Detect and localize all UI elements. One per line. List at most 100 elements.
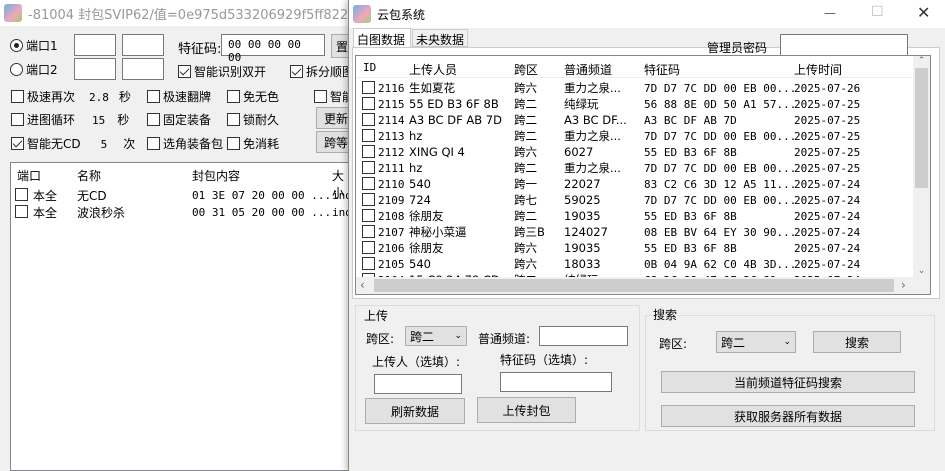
feature-input[interactable]: 00 00 00 00 00	[221, 34, 325, 64]
opt-no-color[interactable]: 免无色	[227, 88, 279, 105]
table-row[interactable]: 2113 hz 跨二 重力之泉... 7D D7 7C DD 00 EB 00... 20…	[356, 128, 916, 144]
cloud-titlebar: 云包系统 — ☐ ✕	[349, 0, 945, 28]
cell: A3 BC DF AB 7D	[644, 113, 737, 127]
cell: 2113	[378, 129, 405, 143]
cell: 2108	[378, 209, 405, 223]
row-checkbox[interactable]	[362, 129, 378, 143]
col-channel[interactable]: 普通频道	[564, 61, 612, 78]
opt-no-consume[interactable]: 免消耗	[227, 135, 279, 152]
cell: 2025-07-25	[794, 113, 861, 127]
cell: 2025-07-26	[794, 81, 861, 95]
table-row[interactable]: 2110 540 跨一 22027 83 C2 C6 3D 12 A5 11... 202…	[356, 176, 916, 192]
row-checkbox[interactable]	[362, 113, 378, 127]
opt-select-equip[interactable]: 选角装备包	[147, 135, 223, 152]
uploader-input[interactable]	[374, 374, 462, 394]
cell: 2025-07-24	[794, 177, 861, 191]
table-row[interactable]: 2111 hz 跨二 重力之泉... 7D D7 7C DD 00 EB 00... 20…	[356, 160, 916, 176]
row-checkbox[interactable]	[362, 81, 378, 95]
col-id[interactable]: ID	[363, 61, 376, 74]
search-title: 搜索	[651, 306, 680, 323]
table-row[interactable]: 2106 徐朋友 跨六 19035 55 ED B3 6F 8B 2025-07-24	[356, 240, 916, 256]
col-time[interactable]: 上传时间	[794, 61, 842, 78]
table-row[interactable]: 2107 神秘小菜逼 跨三B 124027 08 EB BV 64 EY 30 90..…	[356, 224, 916, 240]
cell: 2106	[378, 241, 405, 255]
table-row[interactable]: 2112 XING QI 4 跨六 6027 55 ED B3 6F 8B 2025-07…	[356, 144, 916, 160]
row-checkbox[interactable]	[362, 241, 378, 255]
row-checkbox[interactable]	[362, 97, 378, 111]
cell: 重力之泉...	[564, 129, 621, 143]
split-checkbox[interactable]: 拆分顺图	[290, 63, 354, 80]
row-checkbox[interactable]	[362, 209, 378, 223]
row-checkbox[interactable]	[362, 161, 378, 175]
search-button[interactable]: 搜索	[813, 331, 901, 353]
opt-no-cd[interactable]: 智能无CD 5 次	[11, 135, 135, 152]
cell: 83 C2 C6 3D 12 A5 11...	[644, 177, 797, 191]
minimize-button[interactable]: —	[824, 6, 836, 20]
window-title: -81004 封包SVIP62/值=0e975d533206929f5ff822…	[28, 7, 350, 23]
tab-weiyang[interactable]: 未央数据	[412, 29, 468, 47]
upload-zone-label: 跨区:	[366, 332, 395, 346]
col-content[interactable]: 封包内容	[192, 167, 240, 184]
row-checkbox[interactable]	[362, 193, 378, 207]
port1-field-a[interactable]	[74, 34, 116, 56]
opt-fast-flip[interactable]: 极速翻牌	[147, 88, 211, 105]
table-row[interactable]: 2115 55 ED B3 6F 8B 跨二 纯绿玩 56 88 8E 0D 50 A1…	[356, 96, 916, 112]
port2-field-a[interactable]	[74, 58, 116, 80]
cell: 2110	[378, 177, 405, 191]
upload-zone-select[interactable]: 跨二 ⌄	[405, 326, 467, 346]
table-row[interactable]: 2109 724 跨七 59025 7D D7 7C DD 00 EB 00... 202…	[356, 192, 916, 208]
cell: 2025-07-24	[794, 193, 861, 207]
fetch-all-button[interactable]: 获取服务器所有数据	[661, 405, 915, 427]
opt-loop[interactable]: 进图循环 15 秒	[11, 111, 129, 128]
packet-row[interactable]: 本全 无CD 01 3E 07 20 00 00 ... ind	[11, 187, 354, 203]
col-feature[interactable]: 特征码	[644, 61, 680, 78]
channel-feature-search-button[interactable]: 当前频道特征码搜索	[661, 371, 915, 393]
packet-list: 端口 名称 封包内容 大小 本全 无CD 01 3E 07 20 00 00 .…	[10, 162, 355, 471]
admin-password-label: 管理员密码	[707, 41, 768, 55]
refresh-button[interactable]: 刷新数据	[365, 398, 465, 424]
row-checkbox[interactable]	[362, 257, 378, 271]
port2-field-b[interactable]	[122, 58, 164, 80]
port1-radio[interactable]: 端口1	[10, 37, 58, 54]
close-button[interactable]: ✕	[917, 3, 930, 22]
row-checkbox[interactable]	[362, 225, 378, 239]
cell: 跨七	[514, 193, 537, 207]
cell: 2111	[378, 161, 405, 175]
table-row[interactable]: 2116 生如夏花 跨六 重力之泉... 7D D7 7C DD 00 EB 00...…	[356, 80, 916, 96]
packet-row[interactable]: 本全 波浪秒杀 00 31 05 20 00 00 ... ind	[11, 204, 354, 220]
cell: 跨二	[514, 129, 537, 143]
port1-field-b[interactable]	[122, 34, 164, 56]
col-zone[interactable]: 跨区	[514, 61, 538, 78]
row-checkbox[interactable]	[362, 145, 378, 159]
cell: A3 BC DF...	[564, 113, 627, 127]
col-name[interactable]: 名称	[77, 167, 101, 184]
upload-button[interactable]: 上传封包	[477, 397, 576, 423]
tab-white-map[interactable]: 白图数据	[353, 28, 411, 48]
cell: 2025-07-25	[794, 129, 861, 143]
cell: 08 EB BV 64 EY 30 90...	[644, 225, 797, 239]
col-port[interactable]: 端口	[17, 167, 41, 184]
port2-radio[interactable]: 端口2	[10, 61, 58, 78]
opt-fast-again[interactable]: 极速再次 2.8 秒	[11, 88, 131, 105]
row-checkbox[interactable]	[362, 177, 378, 191]
cell: XING QI 4	[409, 145, 465, 159]
table-row[interactable]: 2108 徐朋友 跨二 19035 55 ED B3 6F 8B 2025-07-24	[356, 208, 916, 224]
cell: 跨一	[514, 177, 537, 191]
table-row[interactable]: 2105 540 跨六 18033 0B 04 9A 62 C0 4B 3D... 202…	[356, 256, 916, 272]
table-row[interactable]: 2114 A3 BC DF AB 7D 跨二 A3 BC DF... A3 BC DF …	[356, 112, 916, 128]
cell: 2115	[378, 97, 405, 111]
cell: 2116	[378, 81, 405, 95]
search-zone-select[interactable]: 跨二 ⌄	[716, 331, 796, 353]
smart-dual-checkbox[interactable]: 智能识别双开	[178, 63, 266, 80]
cell: 2112	[378, 145, 405, 159]
upload-feature-input[interactable]	[500, 372, 612, 392]
channel-input[interactable]	[539, 326, 628, 346]
horizontal-scrollbar[interactable]: ‹ ›	[356, 277, 930, 294]
cell: 7D D7 7C DD 00 EB 00...	[644, 161, 797, 175]
opt-fixed-equip[interactable]: 固定装备	[147, 111, 211, 128]
col-uploader[interactable]: 上传人员	[409, 61, 457, 78]
vertical-scrollbar[interactable]: ⌃ ⌄	[913, 56, 930, 278]
opt-lock-durability[interactable]: 锁耐久	[227, 111, 279, 128]
maximize-button[interactable]: ☐	[871, 4, 884, 20]
cell: 540	[409, 177, 431, 191]
